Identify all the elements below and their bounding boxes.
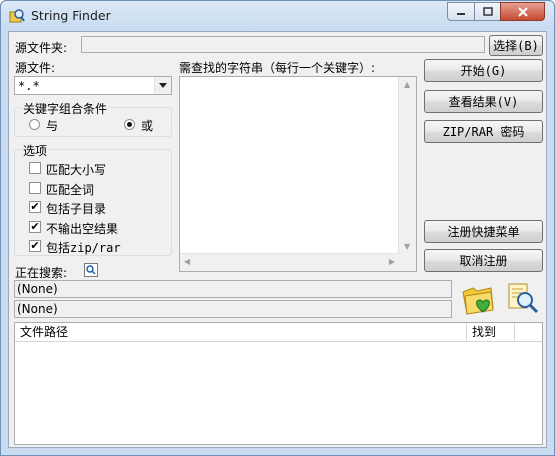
search-strings-textarea[interactable]: ▲ ▼ ◀ ▶	[179, 76, 417, 272]
register-menu-button[interactable]: 注册快捷菜单	[424, 220, 543, 243]
include-zip-rar-label: 包括zip/rar	[46, 241, 121, 255]
searching-label: 正在搜索:	[15, 266, 68, 280]
source-files-label: 源文件:	[15, 61, 56, 75]
status-line-2: (None)	[14, 300, 452, 318]
search-status-icon	[84, 263, 98, 277]
whole-word-checkbox[interactable]	[29, 182, 41, 194]
include-subdirs-checkbox[interactable]: ✔	[29, 201, 41, 213]
view-results-button[interactable]: 查看结果(V)	[424, 90, 543, 113]
search-strings-label: 需查找的字符串（每行一个关键字）:	[179, 61, 376, 75]
and-radio[interactable]	[29, 119, 40, 130]
search-document-icon[interactable]	[506, 282, 540, 316]
start-button[interactable]: 开始(G)	[424, 59, 543, 82]
scroll-up-icon[interactable]: ▲	[404, 80, 410, 89]
whole-word-label: 匹配全词	[46, 183, 95, 197]
status-line-2-text: (None)	[17, 302, 58, 316]
status-line-1: (None)	[14, 280, 452, 298]
close-icon	[517, 6, 528, 17]
browse-button[interactable]: 选择(B)	[489, 35, 543, 56]
window-title: String Finder	[31, 8, 111, 23]
status-line-1-text: (None)	[17, 282, 58, 296]
chevron-down-icon	[159, 83, 167, 88]
unregister-button[interactable]: 取消注册	[424, 249, 543, 272]
column-header-file-path[interactable]: 文件路径	[15, 323, 467, 342]
main-window: String Finder 源文件夹: 选择(B) 源文件: *.* 关键字组合…	[0, 0, 555, 456]
maximize-icon	[482, 7, 493, 16]
horizontal-scrollbar[interactable]: ◀ ▶	[180, 253, 399, 271]
column-header-filler	[515, 323, 542, 342]
include-zip-rar-checkbox[interactable]: ✔	[29, 240, 41, 252]
zip-password-button[interactable]: ZIP/RAR 密码	[424, 120, 543, 143]
source-files-value: *.*	[18, 79, 40, 93]
source-folder-label: 源文件夹:	[15, 41, 68, 55]
scrollbar-corner	[399, 254, 416, 271]
match-case-checkbox[interactable]	[29, 162, 41, 174]
dropdown-button[interactable]	[154, 77, 171, 94]
results-list[interactable]: 文件路径 找到	[14, 322, 543, 445]
match-case-label: 匹配大小写	[46, 163, 107, 177]
skip-empty-results-label: 不输出空结果	[46, 222, 119, 236]
source-files-combo[interactable]: *.*	[14, 76, 172, 95]
options-group: 选项 匹配大小写 匹配全词 ✔ 包括子目录 ✔ 不输出空结果 ✔ 包括zip/r…	[14, 142, 172, 256]
title-bar[interactable]: String Finder	[1, 1, 554, 31]
column-header-found[interactable]: 找到	[467, 323, 515, 342]
scroll-down-icon[interactable]: ▼	[404, 242, 410, 251]
keyword-condition-title: 关键字组合条件	[21, 100, 110, 117]
options-title: 选项	[21, 142, 50, 159]
scroll-left-icon[interactable]: ◀	[184, 257, 190, 266]
minimize-button[interactable]	[447, 2, 475, 21]
client-area: 源文件夹: 选择(B) 源文件: *.* 关键字组合条件 与 或 选项 匹配大小…	[8, 31, 547, 448]
and-radio-label: 与	[46, 119, 59, 133]
source-folder-field[interactable]	[81, 36, 485, 53]
keyword-condition-group: 关键字组合条件 与 或	[14, 100, 172, 137]
magnifier-folder-icon	[9, 9, 25, 23]
close-button[interactable]	[500, 2, 545, 21]
or-radio[interactable]	[124, 119, 135, 130]
minimize-icon	[457, 12, 465, 15]
vertical-scrollbar[interactable]: ▲ ▼	[398, 77, 416, 254]
or-radio-label: 或	[141, 119, 154, 133]
skip-empty-results-checkbox[interactable]: ✔	[29, 221, 41, 233]
favorites-folder-icon[interactable]	[461, 284, 497, 316]
scroll-right-icon[interactable]: ▶	[389, 257, 395, 266]
include-subdirs-label: 包括子目录	[46, 202, 107, 216]
maximize-button[interactable]	[474, 2, 501, 21]
